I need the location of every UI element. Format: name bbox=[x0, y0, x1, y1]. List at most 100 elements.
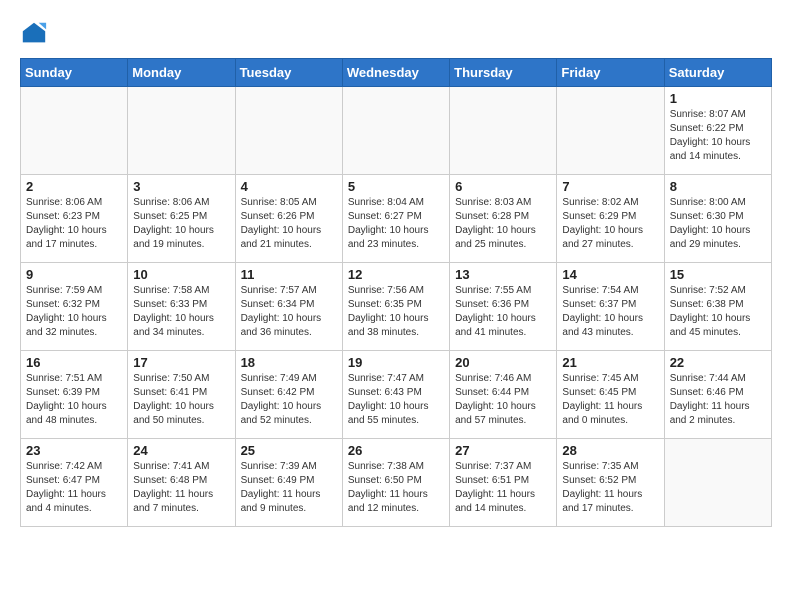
day-number: 17 bbox=[133, 355, 229, 370]
calendar: SundayMondayTuesdayWednesdayThursdayFrid… bbox=[20, 58, 772, 527]
day-number: 15 bbox=[670, 267, 766, 282]
day-number: 18 bbox=[241, 355, 337, 370]
day-of-week-header: Monday bbox=[128, 59, 235, 87]
day-number: 2 bbox=[26, 179, 122, 194]
day-info: Sunrise: 7:51 AM Sunset: 6:39 PM Dayligh… bbox=[26, 372, 122, 428]
calendar-cell bbox=[128, 87, 235, 175]
day-info: Sunrise: 7:56 AM Sunset: 6:35 PM Dayligh… bbox=[348, 284, 444, 340]
calendar-cell: 22 Sunrise: 7:44 AM Sunset: 6:46 PM Dayli… bbox=[664, 351, 771, 439]
day-info: Sunrise: 7:55 AM Sunset: 6:36 PM Dayligh… bbox=[455, 284, 551, 340]
calendar-cell: 16 Sunrise: 7:51 AM Sunset: 6:39 PM Dayli… bbox=[21, 351, 128, 439]
calendar-cell: 11 Sunrise: 7:57 AM Sunset: 6:34 PM Dayli… bbox=[235, 263, 342, 351]
day-number: 21 bbox=[562, 355, 658, 370]
day-info: Sunrise: 7:45 AM Sunset: 6:45 PM Dayligh… bbox=[562, 372, 658, 428]
day-of-week-header: Tuesday bbox=[235, 59, 342, 87]
calendar-cell: 19Sunrise: 7:47 AM Sunset: 6:43 PM Dayli… bbox=[342, 351, 449, 439]
calendar-cell: 18 Sunrise: 7:49 AM Sunset: 6:42 PM Dayli… bbox=[235, 351, 342, 439]
calendar-week-row: 2 Sunrise: 8:06 AM Sunset: 6:23 PM Daylig… bbox=[21, 175, 772, 263]
day-of-week-header: Saturday bbox=[664, 59, 771, 87]
day-number: 26 bbox=[348, 443, 444, 458]
calendar-cell: 24 Sunrise: 7:41 AM Sunset: 6:48 PM Dayli… bbox=[128, 439, 235, 527]
calendar-cell: 27Sunrise: 7:37 AM Sunset: 6:51 PM Dayli… bbox=[450, 439, 557, 527]
calendar-cell bbox=[342, 87, 449, 175]
day-info: Sunrise: 7:59 AM Sunset: 6:32 PM Dayligh… bbox=[26, 284, 122, 340]
day-number: 22 bbox=[670, 355, 766, 370]
day-number: 9 bbox=[26, 267, 122, 282]
calendar-cell: 9 Sunrise: 7:59 AM Sunset: 6:32 PM Daylig… bbox=[21, 263, 128, 351]
day-of-week-header: Wednesday bbox=[342, 59, 449, 87]
day-info: Sunrise: 8:05 AM Sunset: 6:26 PM Dayligh… bbox=[241, 196, 337, 252]
calendar-cell: 2 Sunrise: 8:06 AM Sunset: 6:23 PM Daylig… bbox=[21, 175, 128, 263]
calendar-week-row: 16 Sunrise: 7:51 AM Sunset: 6:39 PM Dayli… bbox=[21, 351, 772, 439]
day-info: Sunrise: 7:58 AM Sunset: 6:33 PM Dayligh… bbox=[133, 284, 229, 340]
calendar-cell bbox=[235, 87, 342, 175]
calendar-cell: 8 Sunrise: 8:00 AM Sunset: 6:30 PM Daylig… bbox=[664, 175, 771, 263]
day-info: Sunrise: 7:49 AM Sunset: 6:42 PM Dayligh… bbox=[241, 372, 337, 428]
day-number: 23 bbox=[26, 443, 122, 458]
header bbox=[20, 20, 772, 48]
calendar-cell: 20 Sunrise: 7:46 AM Sunset: 6:44 PM Dayli… bbox=[450, 351, 557, 439]
logo bbox=[20, 20, 52, 48]
calendar-cell: 14 Sunrise: 7:54 AM Sunset: 6:37 PM Dayli… bbox=[557, 263, 664, 351]
day-number: 8 bbox=[670, 179, 766, 194]
calendar-header-row: SundayMondayTuesdayWednesdayThursdayFrid… bbox=[21, 59, 772, 87]
day-info: Sunrise: 7:46 AM Sunset: 6:44 PM Dayligh… bbox=[455, 372, 551, 428]
day-info: Sunrise: 8:06 AM Sunset: 6:25 PM Dayligh… bbox=[133, 196, 229, 252]
calendar-cell: 4 Sunrise: 8:05 AM Sunset: 6:26 PM Daylig… bbox=[235, 175, 342, 263]
calendar-week-row: 23 Sunrise: 7:42 AM Sunset: 6:47 PM Dayli… bbox=[21, 439, 772, 527]
calendar-cell bbox=[557, 87, 664, 175]
calendar-cell: 3 Sunrise: 8:06 AM Sunset: 6:25 PM Daylig… bbox=[128, 175, 235, 263]
day-info: Sunrise: 7:54 AM Sunset: 6:37 PM Dayligh… bbox=[562, 284, 658, 340]
day-info: Sunrise: 7:35 AM Sunset: 6:52 PM Dayligh… bbox=[562, 460, 658, 516]
calendar-cell: 25Sunrise: 7:39 AM Sunset: 6:49 PM Dayli… bbox=[235, 439, 342, 527]
day-number: 16 bbox=[26, 355, 122, 370]
day-number: 1 bbox=[670, 91, 766, 106]
day-number: 5 bbox=[348, 179, 444, 194]
day-info: Sunrise: 7:47 AM Sunset: 6:43 PM Dayligh… bbox=[348, 372, 444, 428]
day-number: 13 bbox=[455, 267, 551, 282]
day-number: 4 bbox=[241, 179, 337, 194]
day-info: Sunrise: 8:06 AM Sunset: 6:23 PM Dayligh… bbox=[26, 196, 122, 252]
day-info: Sunrise: 7:42 AM Sunset: 6:47 PM Dayligh… bbox=[26, 460, 122, 516]
day-of-week-header: Sunday bbox=[21, 59, 128, 87]
day-number: 6 bbox=[455, 179, 551, 194]
day-number: 3 bbox=[133, 179, 229, 194]
day-info: Sunrise: 7:38 AM Sunset: 6:50 PM Dayligh… bbox=[348, 460, 444, 516]
day-number: 28 bbox=[562, 443, 658, 458]
day-number: 24 bbox=[133, 443, 229, 458]
calendar-cell: 26 Sunrise: 7:38 AM Sunset: 6:50 PM Dayli… bbox=[342, 439, 449, 527]
calendar-cell: 28 Sunrise: 7:35 AM Sunset: 6:52 PM Dayli… bbox=[557, 439, 664, 527]
day-info: Sunrise: 7:50 AM Sunset: 6:41 PM Dayligh… bbox=[133, 372, 229, 428]
day-number: 14 bbox=[562, 267, 658, 282]
day-info: Sunrise: 8:07 AM Sunset: 6:22 PM Dayligh… bbox=[670, 108, 766, 164]
day-info: Sunrise: 7:52 AM Sunset: 6:38 PM Dayligh… bbox=[670, 284, 766, 340]
day-number: 12 bbox=[348, 267, 444, 282]
logo-icon bbox=[20, 20, 48, 48]
day-info: Sunrise: 7:57 AM Sunset: 6:34 PM Dayligh… bbox=[241, 284, 337, 340]
day-info: Sunrise: 7:44 AM Sunset: 6:46 PM Dayligh… bbox=[670, 372, 766, 428]
calendar-week-row: 9 Sunrise: 7:59 AM Sunset: 6:32 PM Daylig… bbox=[21, 263, 772, 351]
day-info: Sunrise: 8:02 AM Sunset: 6:29 PM Dayligh… bbox=[562, 196, 658, 252]
day-info: Sunrise: 8:03 AM Sunset: 6:28 PM Dayligh… bbox=[455, 196, 551, 252]
day-info: Sunrise: 7:39 AM Sunset: 6:49 PM Dayligh… bbox=[241, 460, 337, 516]
day-of-week-header: Thursday bbox=[450, 59, 557, 87]
calendar-cell: 21 Sunrise: 7:45 AM Sunset: 6:45 PM Dayli… bbox=[557, 351, 664, 439]
calendar-cell bbox=[664, 439, 771, 527]
day-number: 7 bbox=[562, 179, 658, 194]
day-number: 27 bbox=[455, 443, 551, 458]
calendar-cell: 6 Sunrise: 8:03 AM Sunset: 6:28 PM Daylig… bbox=[450, 175, 557, 263]
calendar-cell: 5Sunrise: 8:04 AM Sunset: 6:27 PM Daylig… bbox=[342, 175, 449, 263]
day-info: Sunrise: 7:41 AM Sunset: 6:48 PM Dayligh… bbox=[133, 460, 229, 516]
day-of-week-header: Friday bbox=[557, 59, 664, 87]
calendar-cell bbox=[21, 87, 128, 175]
calendar-cell: 12 Sunrise: 7:56 AM Sunset: 6:35 PM Dayli… bbox=[342, 263, 449, 351]
calendar-cell: 1 Sunrise: 8:07 AM Sunset: 6:22 PM Daylig… bbox=[664, 87, 771, 175]
calendar-cell: 13 Sunrise: 7:55 AM Sunset: 6:36 PM Dayli… bbox=[450, 263, 557, 351]
calendar-cell: 15 Sunrise: 7:52 AM Sunset: 6:38 PM Dayli… bbox=[664, 263, 771, 351]
day-number: 20 bbox=[455, 355, 551, 370]
calendar-week-row: 1 Sunrise: 8:07 AM Sunset: 6:22 PM Daylig… bbox=[21, 87, 772, 175]
calendar-cell: 10Sunrise: 7:58 AM Sunset: 6:33 PM Dayli… bbox=[128, 263, 235, 351]
day-number: 11 bbox=[241, 267, 337, 282]
calendar-cell: 7 Sunrise: 8:02 AM Sunset: 6:29 PM Daylig… bbox=[557, 175, 664, 263]
day-info: Sunrise: 8:00 AM Sunset: 6:30 PM Dayligh… bbox=[670, 196, 766, 252]
